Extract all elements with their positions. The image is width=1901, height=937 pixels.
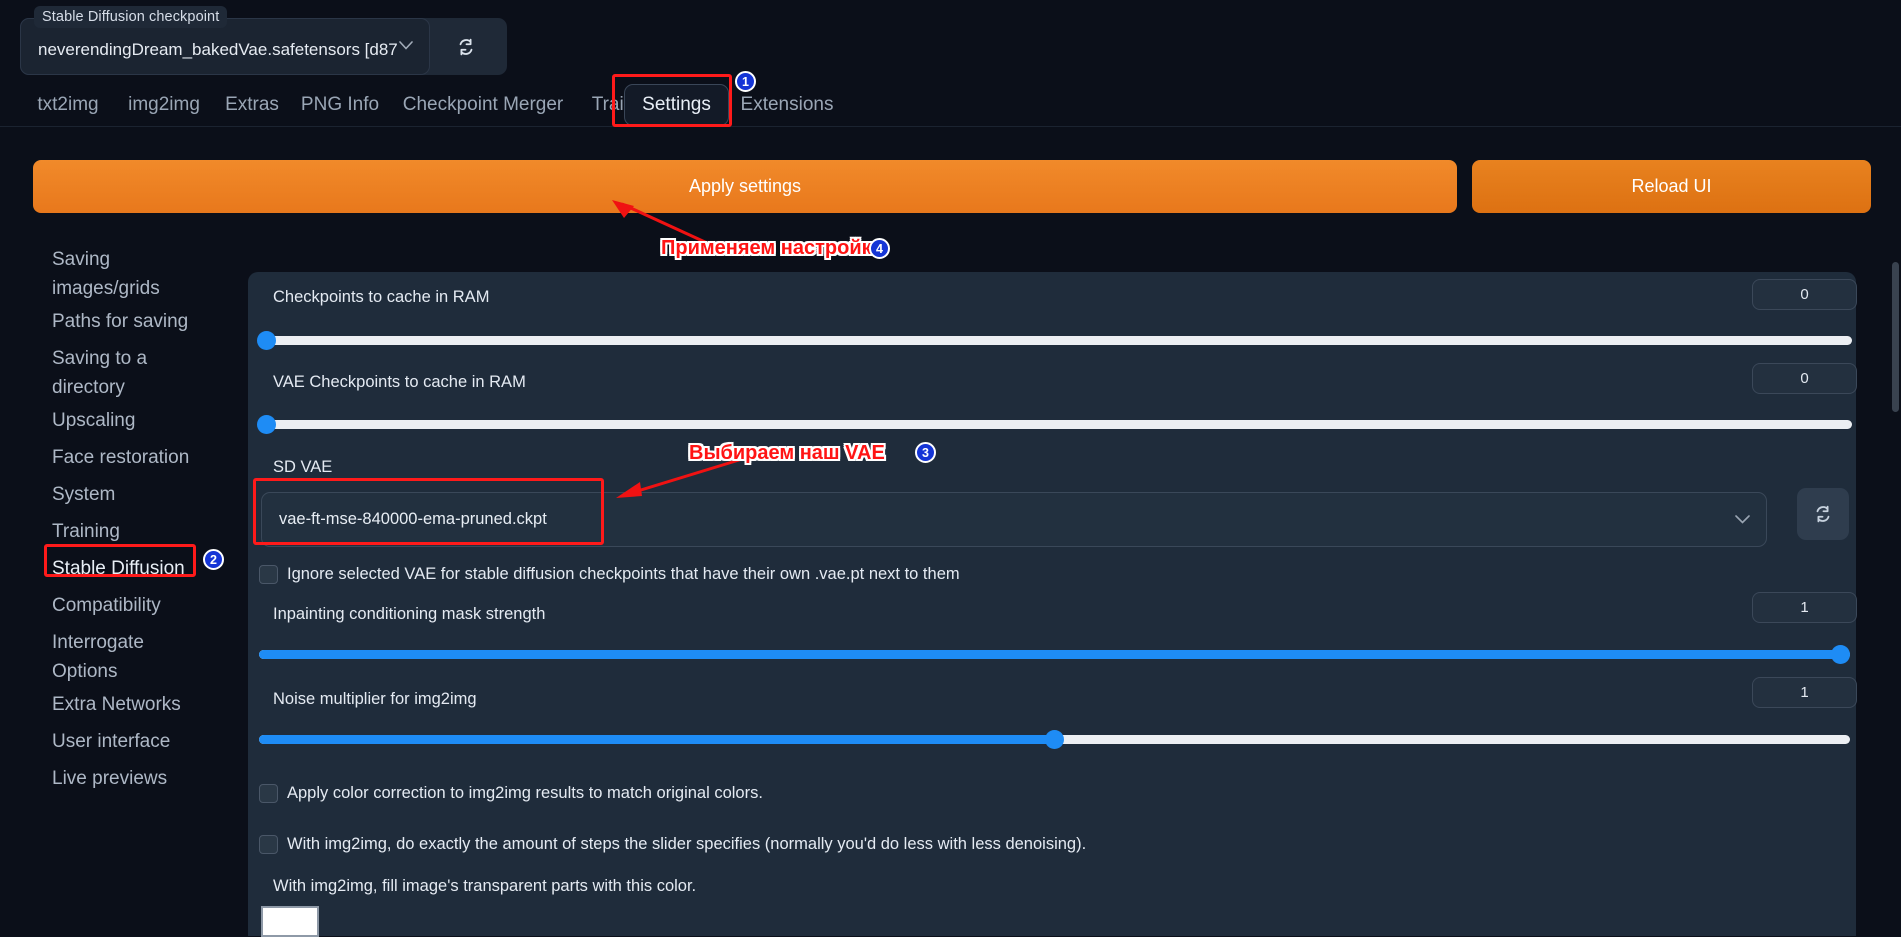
- transparent-fill-color-swatch[interactable]: [261, 906, 319, 937]
- sidebar-item-saving-to-directory[interactable]: Saving to a directory: [52, 344, 147, 402]
- transparent-fill-label: With img2img, fill image's transparent p…: [273, 877, 697, 895]
- vae-checkpoints-cache-slider[interactable]: [257, 415, 1852, 434]
- inpainting-mask-strength-slider[interactable]: [259, 645, 1850, 664]
- sd-vae-value: vae-ft-mse-840000-ema-pruned.ckpt: [279, 510, 547, 528]
- annotation-badge-2: 2: [203, 549, 224, 570]
- sidebar-item-face-restoration[interactable]: Face restoration: [52, 443, 189, 472]
- noise-multiplier-slider[interactable]: [259, 730, 1850, 749]
- tab-txt2img[interactable]: txt2img: [32, 84, 104, 126]
- tab-png-info[interactable]: PNG Info: [300, 84, 380, 126]
- exact-steps-label: With img2img, do exactly the amount of s…: [287, 835, 1087, 853]
- tab-extras[interactable]: Extras: [222, 84, 282, 126]
- annotation-badge-4: 4: [869, 238, 890, 259]
- slider-knob[interactable]: [1831, 645, 1850, 664]
- checkpoints-cache-slider[interactable]: [257, 331, 1852, 350]
- vae-annotation-text: Выбираем наш VAE: [689, 442, 885, 464]
- tab-extensions[interactable]: Extensions: [737, 84, 837, 126]
- vae-checkpoints-cache-value[interactable]: 0: [1752, 363, 1857, 394]
- top-bar: neverendingDream_bakedVae.safetensors [d…: [0, 0, 1901, 78]
- sd-vae-dropdown[interactable]: vae-ft-mse-840000-ema-pruned.ckpt: [261, 492, 1767, 547]
- checkpoint-refresh-button[interactable]: [438, 27, 494, 67]
- slider-knob[interactable]: [257, 415, 276, 434]
- checkpoint-label: Stable Diffusion checkpoint: [34, 6, 228, 28]
- refresh-icon: [1816, 505, 1830, 523]
- tab-img2img[interactable]: img2img: [124, 84, 204, 126]
- stable-diffusion-highlight: [44, 544, 196, 577]
- checkpoint-selector-group: neverendingDream_bakedVae.safetensors [d…: [20, 6, 507, 75]
- sidebar-item-training[interactable]: Training: [52, 517, 120, 546]
- scrollbar-thumb[interactable]: [1892, 262, 1899, 412]
- settings-sidebar: Saving images/grids Paths for saving Sav…: [0, 249, 238, 936]
- sidebar-item-paths-for-saving[interactable]: Paths for saving: [52, 307, 188, 336]
- color-correction-label: Apply color correction to img2img result…: [287, 784, 763, 802]
- sidebar-item-upscaling[interactable]: Upscaling: [52, 406, 135, 435]
- refresh-icon: [459, 38, 473, 56]
- apply-annotation-text: Применяем настройки: [661, 237, 884, 259]
- annotation-badge-1: 1: [735, 71, 756, 92]
- sidebar-item-interrogate-options[interactable]: Interrogate Options: [52, 628, 144, 686]
- color-correction-checkbox[interactable]: [259, 784, 278, 803]
- ignore-vae-checkbox[interactable]: [259, 565, 278, 584]
- ignore-vae-label: Ignore selected VAE for stable diffusion…: [287, 565, 960, 583]
- sidebar-item-user-interface[interactable]: User interface: [52, 727, 170, 756]
- chevron-down-icon: [1735, 515, 1750, 524]
- tab-checkpoint-merger[interactable]: Checkpoint Merger: [398, 84, 568, 126]
- main-tabs: txt2img img2img Extras PNG Info Checkpoi…: [0, 78, 1901, 126]
- sd-vae-refresh-button[interactable]: [1797, 488, 1849, 540]
- checkpoints-cache-label: Checkpoints to cache in RAM: [273, 288, 490, 306]
- annotation-badge-3: 3: [915, 442, 936, 463]
- checkpoints-cache-value[interactable]: 0: [1752, 279, 1857, 310]
- noise-multiplier-label: Noise multiplier for img2img: [273, 690, 477, 708]
- sidebar-item-saving-images-grids[interactable]: Saving images/grids: [52, 245, 160, 303]
- sidebar-item-compatibility[interactable]: Compatibility: [52, 591, 161, 620]
- sidebar-item-live-previews[interactable]: Live previews: [52, 764, 167, 793]
- inpainting-mask-strength-value[interactable]: 1: [1752, 592, 1857, 623]
- vae-checkpoints-cache-label: VAE Checkpoints to cache in RAM: [273, 373, 526, 391]
- checkpoint-value: neverendingDream_bakedVae.safetensors [d…: [38, 40, 398, 59]
- noise-multiplier-value[interactable]: 1: [1752, 677, 1857, 708]
- exact-steps-checkbox[interactable]: [259, 835, 278, 854]
- sidebar-item-system[interactable]: System: [52, 480, 115, 509]
- tabs-divider: [0, 126, 1901, 127]
- chevron-down-icon: [399, 41, 413, 50]
- reload-ui-button[interactable]: Reload UI: [1472, 160, 1871, 213]
- slider-knob[interactable]: [257, 331, 276, 350]
- sd-vae-label: SD VAE: [273, 458, 333, 476]
- slider-fill: [259, 650, 1850, 659]
- slider-fill: [259, 735, 1054, 744]
- sidebar-item-extra-networks[interactable]: Extra Networks: [52, 690, 181, 719]
- slider-knob[interactable]: [1045, 730, 1064, 749]
- tab-settings[interactable]: Settings: [624, 84, 729, 126]
- inpainting-mask-strength-label: Inpainting conditioning mask strength: [273, 605, 546, 623]
